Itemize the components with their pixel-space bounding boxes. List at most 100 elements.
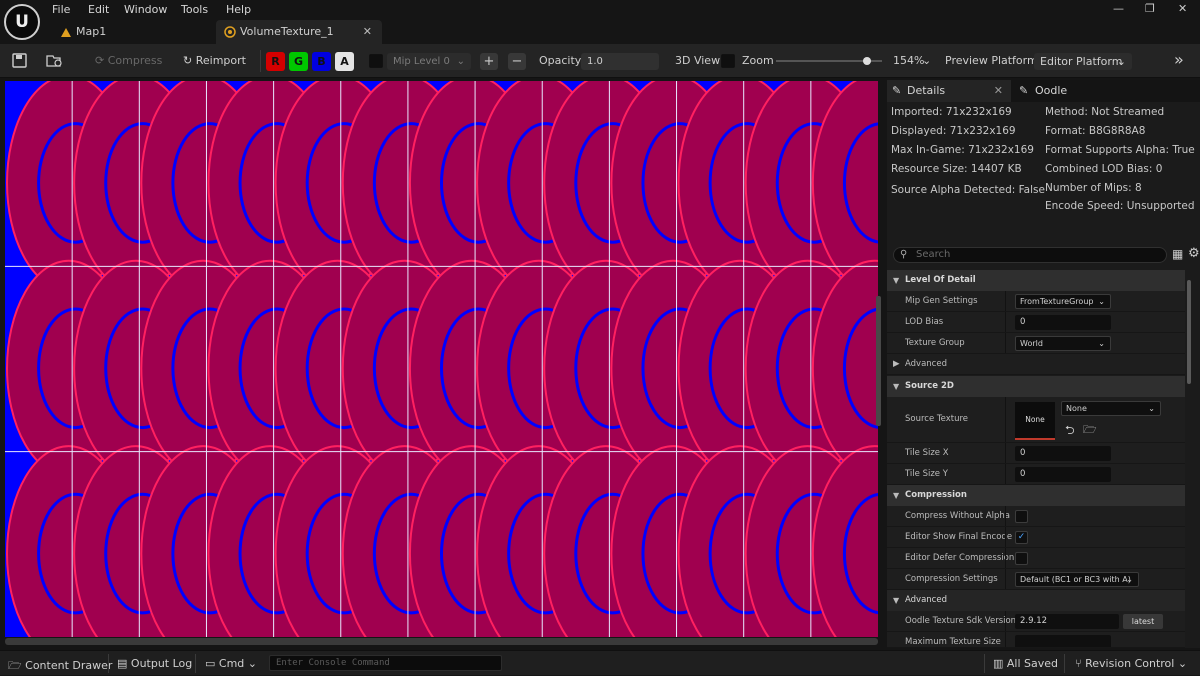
- menu-window[interactable]: Window: [124, 3, 167, 16]
- zoom-chevron-icon[interactable]: ⌄: [922, 54, 931, 67]
- mip-level-checkbox[interactable]: [369, 54, 383, 68]
- reimport-button[interactable]: ↻ Reimport: [183, 54, 246, 67]
- tab-volumetexture[interactable]: VolumeTexture_1 ✕: [216, 20, 382, 44]
- info-source-alpha: Source Alpha Detected: False: [891, 184, 1045, 196]
- search-placeholder: Search: [916, 249, 951, 260]
- channel-red-button[interactable]: R: [266, 52, 285, 71]
- column-divider[interactable]: [1005, 611, 1006, 631]
- mip-gen-dropdown[interactable]: FromTextureGroup ⌄: [1015, 294, 1111, 309]
- column-divider[interactable]: [1005, 632, 1006, 647]
- menu-help[interactable]: Help: [226, 3, 251, 16]
- mip-plus-button[interactable]: +: [480, 53, 498, 70]
- category-level-of-detail[interactable]: ▼ Level Of Detail: [887, 270, 1185, 291]
- tab-details-label: Details: [907, 84, 946, 97]
- column-divider[interactable]: [1005, 527, 1006, 547]
- maximize-icon[interactable]: ❐: [1145, 2, 1155, 15]
- reimport-label: Reimport: [195, 54, 246, 67]
- details-search-input[interactable]: ⚲ Search: [893, 247, 1167, 263]
- max-texture-size-input[interactable]: [1015, 635, 1111, 647]
- use-selected-icon[interactable]: ⮌: [1065, 421, 1075, 442]
- prop-label: Editor Show Final Encode: [905, 532, 1013, 542]
- column-divider[interactable]: [1005, 333, 1006, 353]
- oodle-sdk-version-input[interactable]: 2.9.12: [1015, 614, 1119, 629]
- gear-icon[interactable]: ⚙: [1188, 246, 1200, 261]
- info-max-in-game: Max In-Game: 71x232x169: [891, 144, 1034, 156]
- tab-map1[interactable]: Map1: [52, 20, 202, 44]
- column-divider[interactable]: [1005, 443, 1006, 463]
- compress-without-alpha-checkbox[interactable]: [1015, 510, 1028, 523]
- column-divider[interactable]: [1005, 506, 1006, 526]
- browse-asset-icon[interactable]: [46, 53, 64, 68]
- texture-group-dropdown[interactable]: World ⌄: [1015, 336, 1111, 351]
- prop-mip-gen-settings: Mip Gen Settings FromTextureGroup ⌄: [887, 291, 1185, 312]
- column-divider[interactable]: [1005, 548, 1006, 568]
- save-icon[interactable]: [12, 53, 27, 68]
- menu-file[interactable]: File: [52, 3, 70, 16]
- column-divider[interactable]: [1005, 569, 1006, 589]
- 3d-view-label: 3D View: [675, 54, 721, 67]
- revision-control-button[interactable]: ⑂ Revision Control ⌄: [1075, 657, 1187, 670]
- source-texture-thumbnail[interactable]: None: [1015, 402, 1055, 440]
- all-saved-button[interactable]: ▥ All Saved: [993, 657, 1058, 670]
- column-divider[interactable]: [1005, 312, 1006, 332]
- zoom-value[interactable]: 154%: [893, 54, 924, 67]
- opacity-input[interactable]: 1.0: [581, 53, 659, 70]
- column-divider[interactable]: [1005, 291, 1006, 311]
- menu-tools[interactable]: Tools: [181, 3, 208, 16]
- channel-green-button[interactable]: G: [289, 52, 308, 71]
- details-scroll-track[interactable]: [1185, 270, 1193, 648]
- texture-asset-icon: [224, 26, 236, 38]
- column-divider[interactable]: [1005, 397, 1006, 442]
- browse-icon[interactable]: 🗁: [1083, 421, 1097, 440]
- texture-viewport[interactable]: [5, 81, 878, 637]
- viewport-vertical-scrollbar[interactable]: [876, 296, 881, 426]
- tile-size-x-input[interactable]: 0: [1015, 446, 1111, 461]
- menu-edit[interactable]: Edit: [88, 3, 109, 16]
- compression-settings-dropdown[interactable]: Default (BC1 or BC3 with A) ⌄: [1015, 572, 1139, 587]
- close-tab-icon[interactable]: ✕: [994, 80, 1003, 102]
- editor-show-final-encode-checkbox[interactable]: ✓: [1015, 531, 1028, 544]
- channel-blue-button[interactable]: B: [312, 52, 331, 71]
- compress-label: Compress: [107, 54, 163, 67]
- unreal-logo-icon[interactable]: U: [4, 4, 40, 40]
- category-advanced-compression[interactable]: ▼ Advanced: [887, 590, 1185, 611]
- save-status-icon: ▥: [993, 657, 1004, 670]
- info-encode-speed: Encode Speed: Unsupported: [1045, 200, 1195, 212]
- prop-source-texture: Source Texture None None ⌄ ⮌ 🗁: [887, 397, 1185, 443]
- channel-alpha-button[interactable]: A: [335, 52, 354, 71]
- zoom-slider-track[interactable]: [776, 57, 882, 65]
- prop-lod-bias: LOD Bias 0: [887, 312, 1185, 333]
- source-texture-dropdown[interactable]: None ⌄: [1061, 401, 1161, 416]
- 3d-view-checkbox[interactable]: [721, 54, 735, 68]
- close-window-icon[interactable]: ✕: [1178, 2, 1187, 15]
- oodle-latest-button[interactable]: latest: [1123, 614, 1163, 629]
- mip-level-dropdown[interactable]: Mip Level 0 ⌄: [387, 53, 471, 70]
- details-scrollbar-thumb[interactable]: [1187, 280, 1191, 384]
- viewport-horizontal-scrollbar[interactable]: [5, 638, 878, 645]
- column-divider[interactable]: [1005, 464, 1006, 484]
- prop-advanced-lod[interactable]: ▶ Advanced: [887, 354, 1185, 375]
- output-log-button[interactable]: ▤ Output Log: [117, 657, 192, 670]
- minimize-icon[interactable]: —: [1113, 2, 1124, 15]
- content-drawer-button[interactable]: 🗁 Content Drawer: [8, 657, 112, 676]
- editor-defer-compression-checkbox[interactable]: [1015, 552, 1028, 565]
- prop-label: Tile Size X: [905, 448, 949, 458]
- title-bar: U File Edit Window Tools Help Map1 Volum…: [0, 0, 1200, 44]
- terminal-icon: ▭: [205, 657, 216, 670]
- tile-size-y-input[interactable]: 0: [1015, 467, 1111, 482]
- compress-button[interactable]: ⟳ Compress: [95, 54, 162, 67]
- mip-minus-button[interactable]: −: [508, 53, 526, 70]
- preview-platform-dropdown[interactable]: Editor Platform ⌄: [1034, 53, 1132, 70]
- zoom-slider-handle[interactable]: [862, 57, 871, 65]
- tab-details[interactable]: ✎ Details ✕: [887, 80, 1011, 102]
- lod-bias-input[interactable]: 0: [1015, 315, 1111, 330]
- table-view-icon[interactable]: ▦: [1172, 247, 1183, 261]
- category-compression[interactable]: ▼ Compression: [887, 485, 1185, 506]
- console-input[interactable]: Enter Console Command: [269, 655, 502, 671]
- category-source-2d[interactable]: ▼ Source 2D: [887, 376, 1185, 397]
- prop-tile-size-x: Tile Size X 0: [887, 443, 1185, 464]
- cmd-dropdown[interactable]: ▭ Cmd ⌄: [205, 657, 257, 670]
- close-tab-icon[interactable]: ✕: [363, 20, 372, 44]
- tab-oodle[interactable]: ✎ Oodle: [1015, 80, 1105, 102]
- toolbar-overflow-icon[interactable]: »: [1174, 50, 1184, 69]
